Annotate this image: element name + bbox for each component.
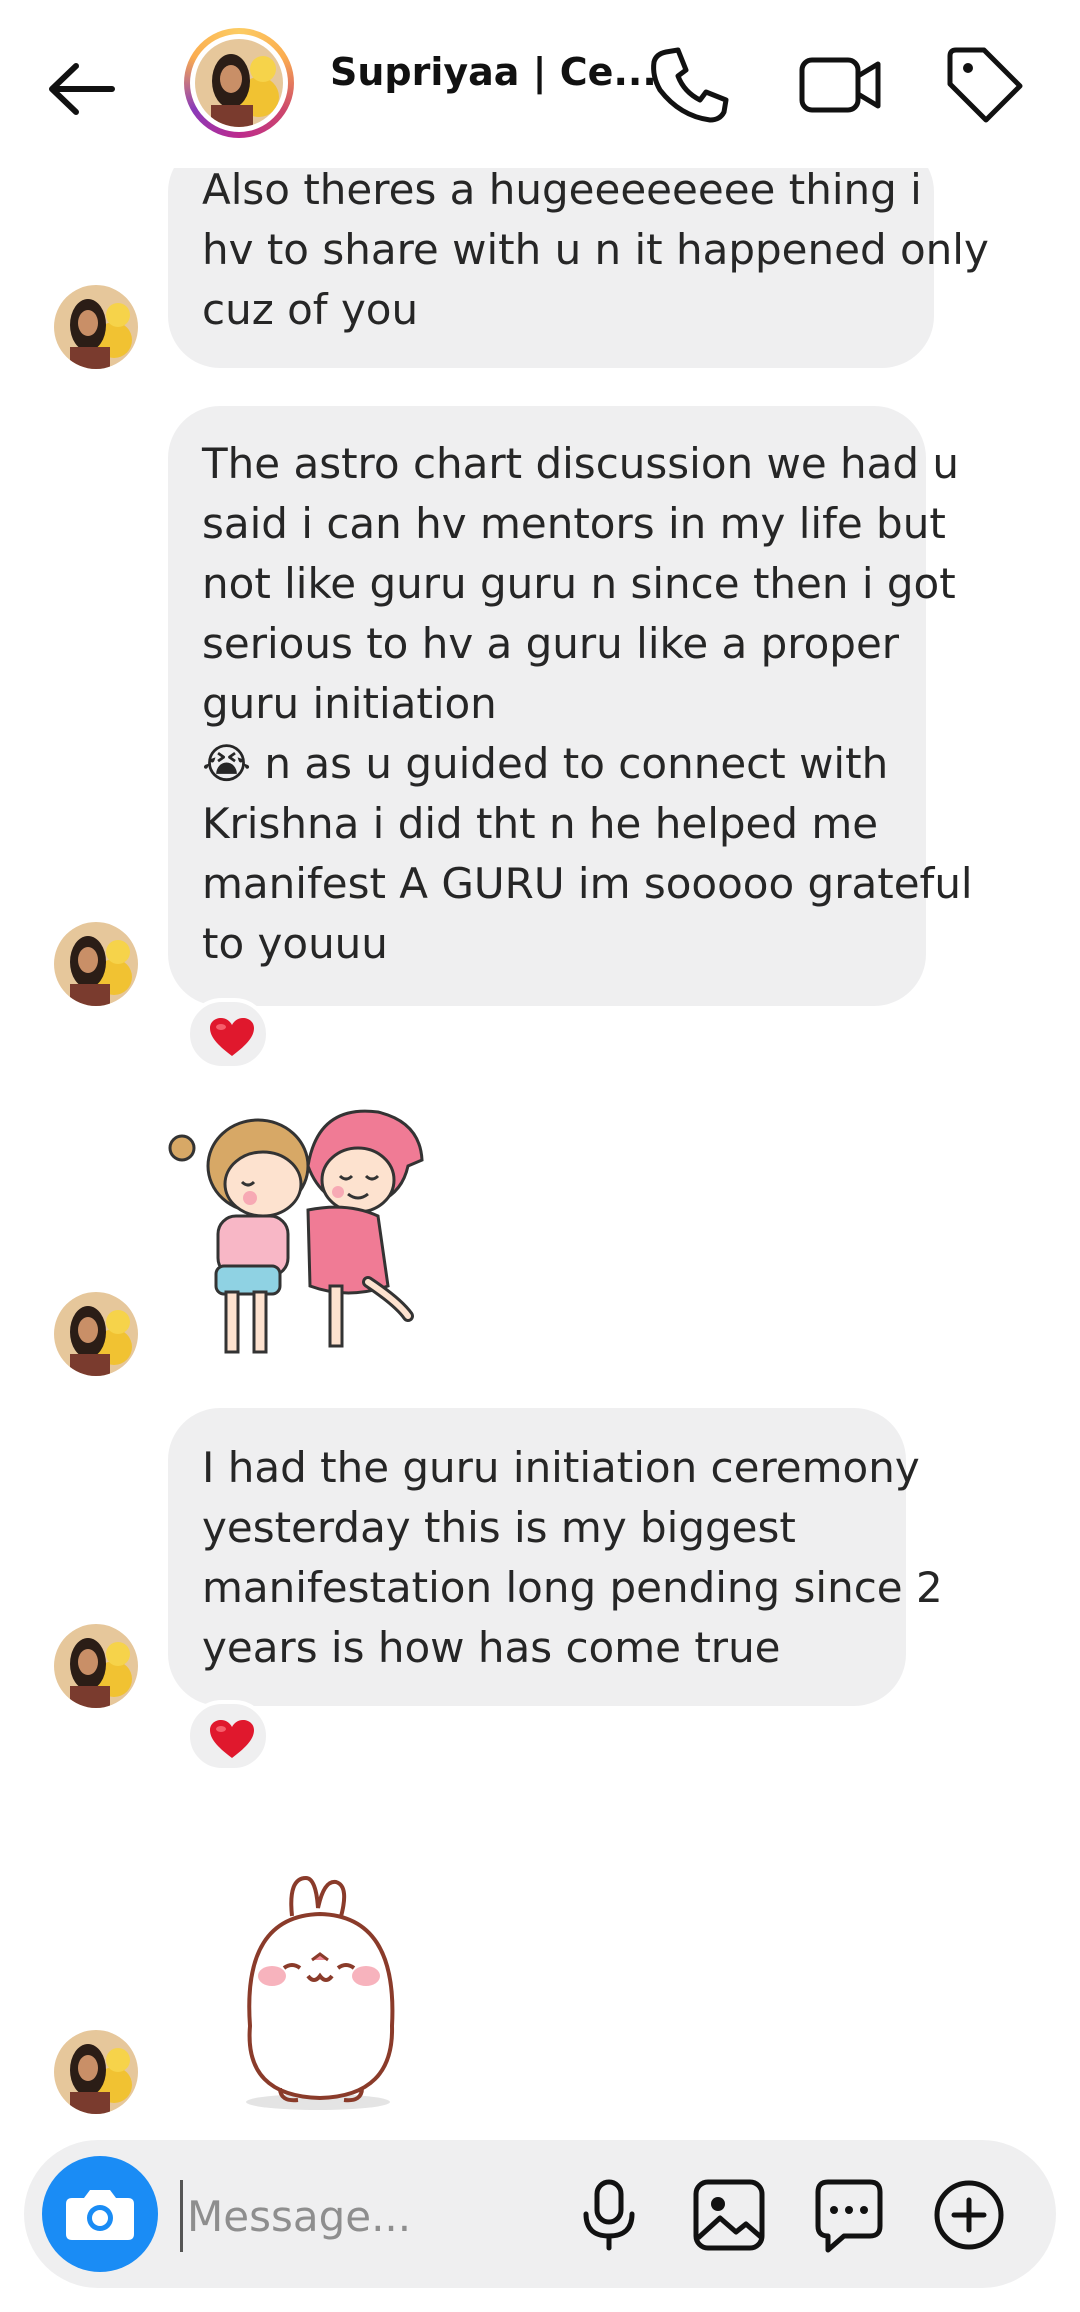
sticker-button[interactable] — [804, 2170, 894, 2260]
message-line: not like guru guru n since then i got — [202, 559, 956, 608]
message-line: manifestation long pending since 2 — [202, 1563, 943, 1612]
message-line: serious to hv a guru like a proper — [202, 619, 900, 668]
voice-message-button[interactable] — [564, 2170, 654, 2260]
sender-avatar[interactable] — [54, 1624, 138, 1708]
camera-icon — [66, 2190, 134, 2240]
microphone-icon — [583, 2179, 635, 2251]
video-call-button[interactable] — [796, 40, 886, 130]
voice-call-button[interactable] — [642, 40, 732, 130]
message-line: Also theres a hugeeeeeeee thing i — [202, 165, 922, 214]
sender-avatar[interactable] — [54, 285, 138, 369]
sticker-icon — [815, 2179, 883, 2253]
message-thread[interactable]: Also theres a hugeeeeeeee thing i hv to … — [0, 0, 1080, 2312]
message-input[interactable] — [180, 2180, 589, 2252]
sender-avatar[interactable] — [54, 2030, 138, 2114]
sender-avatar[interactable] — [54, 1292, 138, 1376]
message-line: cuz of you — [202, 285, 419, 334]
message-line: manifest A GURU im sooooo grateful — [202, 859, 973, 908]
message-line: hv to share with u n it happened only — [202, 225, 989, 274]
phone-icon — [651, 47, 729, 123]
tag-icon — [947, 47, 1023, 123]
heart-icon — [210, 1720, 254, 1758]
message-bubble[interactable]: The astro chart discussion we had u said… — [168, 406, 973, 1006]
message-line: I had the guru initiation ceremony — [202, 1443, 920, 1492]
message-line: 😭 n as u guided to connect with — [202, 739, 889, 788]
message-line: Krishna i did tht n he helped me — [202, 799, 879, 848]
message-line: years is how has come true — [202, 1623, 781, 1672]
heart-icon — [210, 1018, 254, 1056]
bunny-sticker[interactable] — [220, 1875, 420, 2112]
message-line: yesterday this is my biggest — [202, 1503, 796, 1552]
gallery-button[interactable] — [684, 2170, 774, 2260]
video-camera-icon — [799, 57, 881, 113]
heart-reaction[interactable] — [186, 998, 270, 1070]
camera-button[interactable] — [42, 2156, 158, 2272]
message-bubble[interactable]: Also theres a hugeeeeeeee thing i hv to … — [168, 140, 989, 368]
message-composer — [24, 2140, 1056, 2288]
contact-avatar[interactable] — [184, 28, 294, 138]
add-button[interactable] — [924, 2170, 1014, 2260]
back-arrow-icon — [49, 63, 115, 115]
hug-sticker[interactable] — [168, 1106, 468, 1376]
message-bubble[interactable]: I had the guru initiation ceremony yeste… — [168, 1408, 943, 1706]
add-icon — [934, 2180, 1004, 2250]
message-line: guru initiation — [202, 679, 497, 728]
heart-reaction[interactable] — [186, 1700, 270, 1772]
tag-button[interactable] — [940, 40, 1030, 130]
sender-avatar[interactable] — [54, 922, 138, 1006]
message-line: to youuu — [202, 919, 388, 968]
back-button[interactable] — [40, 44, 130, 134]
message-line: The astro chart discussion we had u — [202, 439, 960, 488]
contact-name[interactable]: Supriyaa | Ce... — [330, 50, 657, 94]
chat-header: Supriyaa | Ce... — [0, 0, 1080, 168]
gallery-icon — [693, 2179, 765, 2251]
message-line: said i can hv mentors in my life but — [202, 499, 946, 548]
